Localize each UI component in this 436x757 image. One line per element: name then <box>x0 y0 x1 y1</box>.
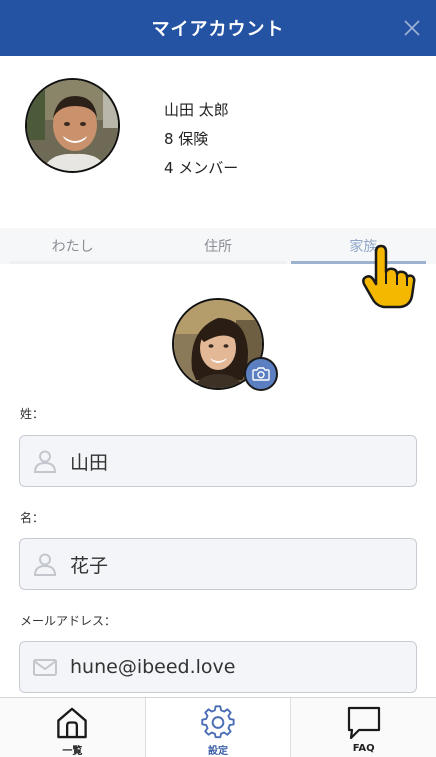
profile-summary: 山田 太郎 8 保険 4 メンバー <box>0 56 436 228</box>
bottom-nav: 一覧 設定 FAQ <box>0 697 436 757</box>
chat-bubble-icon <box>347 706 380 740</box>
first-name-field[interactable]: 花子 <box>19 538 417 590</box>
hand-pointer-icon <box>362 244 416 309</box>
profile-info: 山田 太郎 8 保険 4 メンバー <box>164 96 238 183</box>
change-photo-button[interactable] <box>244 357 278 391</box>
last-name-label: 姓： <box>20 407 45 421</box>
camera-icon <box>252 367 270 381</box>
gear-icon <box>201 705 235 739</box>
last-name-field[interactable]: 山田 <box>19 435 417 487</box>
nav-list[interactable]: 一覧 <box>0 698 146 757</box>
nav-list-label: 一覧 <box>62 746 83 757</box>
tabs-divider <box>10 261 286 264</box>
last-name-value: 山田 <box>70 451 109 474</box>
man-portrait-icon <box>27 80 118 171</box>
nav-settings[interactable]: 設定 <box>145 698 292 757</box>
nav-settings-label: 設定 <box>208 746 228 757</box>
nav-faq[interactable]: FAQ <box>291 698 436 757</box>
user-avatar[interactable] <box>25 78 120 173</box>
tab-address[interactable]: 住所 <box>145 228 290 264</box>
user-name: 山田 太郎 <box>164 101 229 119</box>
app-header: マイアカウント <box>0 0 436 56</box>
first-name-label: 名： <box>20 511 45 525</box>
email-field[interactable]: hune@ibeed.love <box>19 641 417 693</box>
person-icon <box>33 553 57 576</box>
home-icon <box>57 707 88 739</box>
email-value: hune@ibeed.love <box>70 656 236 678</box>
insurance-count: 8 保険 <box>164 130 209 148</box>
member-count: 4 メンバー <box>164 159 239 177</box>
person-icon <box>33 450 57 473</box>
page-title: マイアカウント <box>151 19 285 40</box>
mail-icon <box>33 659 57 676</box>
first-name-value: 花子 <box>70 554 109 577</box>
email-label: メールアドレス： <box>20 614 117 628</box>
tab-me[interactable]: わたし <box>0 228 145 264</box>
close-icon[interactable] <box>402 18 422 38</box>
nav-faq-label: FAQ <box>352 743 375 754</box>
